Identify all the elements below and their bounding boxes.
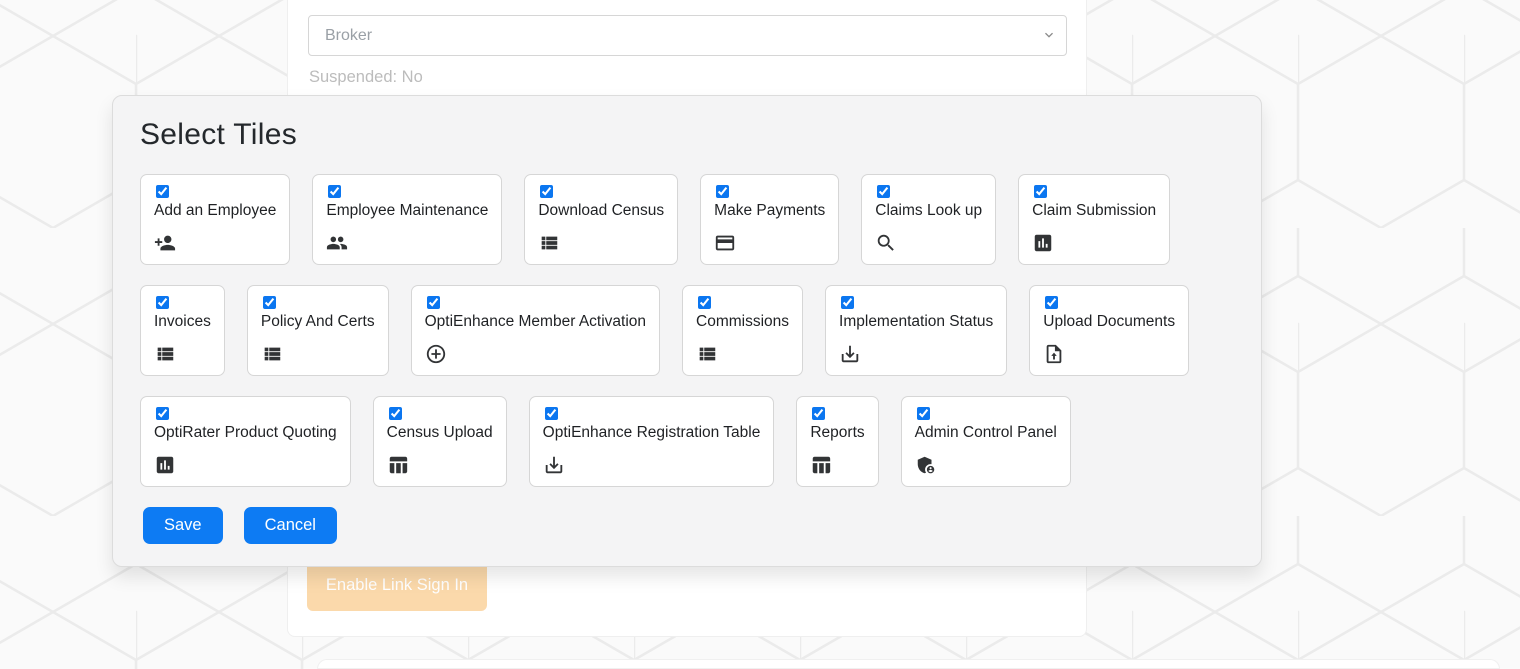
tile-label: Reports <box>810 423 864 443</box>
tiles-grid: Add an Employee Employee Maintenance Downl… <box>140 174 1234 487</box>
tile-checkbox-optirater-product-quoting[interactable] <box>156 407 169 420</box>
tile-optienhance-member-activation[interactable]: OptiEnhance Member Activation <box>411 285 660 376</box>
tile-optienhance-registration-table[interactable]: OptiEnhance Registration Table <box>529 396 775 487</box>
cancel-button[interactable]: Cancel <box>244 507 337 544</box>
tile-label: Add an Employee <box>154 201 276 221</box>
account-type-select[interactable]: Broker <box>308 15 1067 56</box>
poll-icon <box>154 453 176 476</box>
tile-checkbox-admin-control-panel[interactable] <box>917 407 930 420</box>
tile-label: Claims Look up <box>875 201 982 221</box>
tile-checkbox-optienhance-member-activation[interactable] <box>427 296 440 309</box>
tile-checkbox-claims-look-up[interactable] <box>877 185 890 198</box>
tile-checkbox-invoices[interactable] <box>156 296 169 309</box>
person-add-icon <box>154 231 176 254</box>
tile-checkbox-policy-and-certs[interactable] <box>263 296 276 309</box>
tile-label: OptiEnhance Member Activation <box>425 312 646 332</box>
poll-icon <box>1032 231 1054 254</box>
search-icon <box>875 231 897 254</box>
tile-optirater-product-quoting[interactable]: OptiRater Product Quoting <box>140 396 351 487</box>
download-icon <box>839 342 861 365</box>
tile-census-upload[interactable]: Census Upload <box>373 396 507 487</box>
tile-checkbox-employee-maintenance[interactable] <box>328 185 341 198</box>
view-list-icon <box>154 342 176 365</box>
tile-label: Census Upload <box>387 423 493 443</box>
save-button[interactable]: Save <box>143 507 223 544</box>
tile-label: Invoices <box>154 312 211 332</box>
tile-claims-look-up[interactable]: Claims Look up <box>861 174 996 265</box>
admin-shield-icon <box>915 453 937 476</box>
tile-add-an-employee[interactable]: Add an Employee <box>140 174 290 265</box>
tile-label: Admin Control Panel <box>915 423 1057 443</box>
tile-checkbox-optienhance-registration-table[interactable] <box>545 407 558 420</box>
next-section-card <box>317 659 1500 669</box>
tile-admin-control-panel[interactable]: Admin Control Panel <box>901 396 1071 487</box>
tile-checkbox-commissions[interactable] <box>698 296 711 309</box>
enable-link-sign-in-button[interactable]: Enable Link Sign In <box>307 560 487 611</box>
tile-row: Invoices Policy And Certs OptiEnhance Memb… <box>140 285 1234 376</box>
tile-checkbox-reports[interactable] <box>812 407 825 420</box>
table-chart-icon <box>387 453 409 476</box>
people-icon <box>326 231 348 254</box>
tile-download-census[interactable]: Download Census <box>524 174 678 265</box>
view-list-icon <box>261 342 283 365</box>
tile-label: Claim Submission <box>1032 201 1156 221</box>
tile-checkbox-upload-documents[interactable] <box>1045 296 1058 309</box>
account-type-select-wrap: Broker <box>308 15 1067 56</box>
modal-actions: Save Cancel <box>143 507 1234 544</box>
add-circle-icon <box>425 342 447 365</box>
tile-implementation-status[interactable]: Implementation Status <box>825 285 1007 376</box>
tile-reports[interactable]: Reports <box>796 396 878 487</box>
tile-label: Commissions <box>696 312 789 332</box>
tile-label: Upload Documents <box>1043 312 1175 332</box>
tile-label: Policy And Certs <box>261 312 375 332</box>
tile-upload-documents[interactable]: Upload Documents <box>1029 285 1189 376</box>
modal-title: Select Tiles <box>140 118 1234 152</box>
tile-label: Download Census <box>538 201 664 221</box>
tile-employee-maintenance[interactable]: Employee Maintenance <box>312 174 502 265</box>
credit-card-icon <box>714 231 736 254</box>
view-list-icon <box>696 342 718 365</box>
tile-checkbox-census-upload[interactable] <box>389 407 402 420</box>
tile-label: Make Payments <box>714 201 825 221</box>
view-list-icon <box>538 231 560 254</box>
tile-checkbox-add-an-employee[interactable] <box>156 185 169 198</box>
tile-checkbox-download-census[interactable] <box>540 185 553 198</box>
tile-commissions[interactable]: Commissions <box>682 285 803 376</box>
suspended-status-text: Suspended: No <box>309 68 423 87</box>
tile-row: Add an Employee Employee Maintenance Downl… <box>140 174 1234 265</box>
tile-label: OptiRater Product Quoting <box>154 423 337 443</box>
tile-claim-submission[interactable]: Claim Submission <box>1018 174 1170 265</box>
tile-checkbox-make-payments[interactable] <box>716 185 729 198</box>
tile-label: Employee Maintenance <box>326 201 488 221</box>
tile-policy-and-certs[interactable]: Policy And Certs <box>247 285 389 376</box>
tile-make-payments[interactable]: Make Payments <box>700 174 839 265</box>
tile-label: Implementation Status <box>839 312 993 332</box>
tile-invoices[interactable]: Invoices <box>140 285 225 376</box>
tile-checkbox-implementation-status[interactable] <box>841 296 854 309</box>
tile-label: OptiEnhance Registration Table <box>543 423 761 443</box>
select-tiles-modal: Select Tiles Add an Employee Employee Mai… <box>112 95 1262 567</box>
tile-row: OptiRater Product Quoting Census Upload Op… <box>140 396 1234 487</box>
upload-file-icon <box>1043 342 1065 365</box>
table-chart-icon <box>810 453 832 476</box>
tile-checkbox-claim-submission[interactable] <box>1034 185 1047 198</box>
download-icon <box>543 453 565 476</box>
